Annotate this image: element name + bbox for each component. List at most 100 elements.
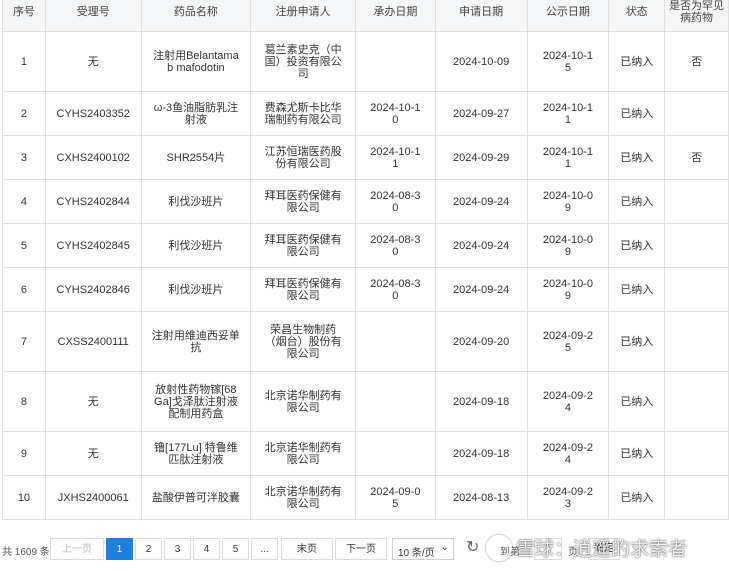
page-3-button[interactable]: 3 <box>164 538 191 560</box>
cell-drug-name: 利伐沙班片 <box>140 179 252 224</box>
cell-rare-disease <box>664 371 729 432</box>
cell-no: 1 <box>2 31 46 92</box>
table-row: 2 CYHS2403352 ω-3鱼油脂肪乳注射液 费森尤斯卡比华瑞制药有限公司 202… <box>2 91 729 136</box>
table-row: 7 CXSS2400111 注射用维迪西妥单抗 荣昌生物制药（烟台）股份有限公司 202… <box>2 311 729 372</box>
col-header-drug-name: 药品名称 <box>140 0 252 32</box>
cell-apply-date: 2024-08-13 <box>434 475 528 520</box>
cell-applicant: 拜耳医药保健有限公司 <box>250 223 356 268</box>
table-row: 6 CYHS2402846 利伐沙班片 拜耳医药保健有限公司 2024-08-30 202… <box>2 267 729 312</box>
page-size-select[interactable]: 10 条/页 ⌄ <box>392 538 454 560</box>
cell-status: 已纳入 <box>608 135 666 180</box>
cell-drug-name: 注射用Belantamab mafodotin <box>140 31 252 92</box>
prev-page-button[interactable]: 上一页 <box>50 538 104 560</box>
cell-rare-disease <box>664 179 729 224</box>
page-4-button[interactable]: 4 <box>193 538 220 560</box>
cell-accept-no: 无 <box>44 371 142 432</box>
refresh-icon[interactable]: ↻ <box>466 537 479 557</box>
cell-applicant: 葛兰素史克（中国）投资有限公司 <box>250 31 356 92</box>
cell-status: 已纳入 <box>608 179 666 224</box>
cell-apply-date: 2024-09-24 <box>434 267 528 312</box>
cell-applicant: 费森尤斯卡比华瑞制药有限公司 <box>250 91 356 136</box>
cell-no: 2 <box>2 91 46 136</box>
cell-rare-disease: 否 <box>664 31 729 92</box>
cell-applicant: 北京诺华制药有限公司 <box>250 431 356 476</box>
cell-no: 3 <box>2 135 46 180</box>
cell-undertake-date <box>354 31 436 92</box>
cell-undertake-date: 2024-08-30 <box>354 267 436 312</box>
watermark-text: 雪球：逍遥的求索者 <box>516 539 688 560</box>
snowball-logo-icon <box>486 534 512 561</box>
cell-no: 5 <box>2 223 46 268</box>
page-5-button[interactable]: 5 <box>222 538 249 560</box>
col-header-rare-disease: 是否为罕见病药物 <box>664 0 729 32</box>
cell-applicant: 北京诺华制药有限公司 <box>250 371 356 432</box>
cell-publicity-date: 2024-10-09 <box>526 179 610 224</box>
cell-drug-name: ω-3鱼油脂肪乳注射液 <box>140 91 252 136</box>
cell-apply-date: 2024-09-27 <box>434 91 528 136</box>
cell-publicity-date: 2024-10-11 <box>526 135 610 180</box>
cell-drug-name: 利伐沙班片 <box>140 223 252 268</box>
cell-accept-no: CYHS2402844 <box>44 179 142 224</box>
cell-undertake-date: 2024-09-05 <box>354 475 436 520</box>
cell-applicant: 北京诺华制药有限公司 <box>250 475 356 520</box>
cell-undertake-date: 2024-10-11 <box>354 135 436 180</box>
cell-accept-no: CYHS2403352 <box>44 91 142 136</box>
more-pages-button[interactable]: ... <box>251 538 278 560</box>
cell-drug-name: 利伐沙班片 <box>140 267 252 312</box>
table-row: 1 无注射用Belantamab mafodotin 葛兰素史克（中国）投资有限公司… <box>2 31 729 92</box>
cell-accept-no: JXHS2400061 <box>44 475 142 520</box>
results-table: 序号 受理号 药品名称 注册申请人 承办日期 申请日期 公示日期 状态 是否为罕… <box>2 0 729 520</box>
cell-drug-name: 盐酸伊普可泮胶囊 <box>140 475 252 520</box>
cell-no: 7 <box>2 311 46 372</box>
col-header-status: 状态 <box>608 0 666 32</box>
col-header-accept-no: 受理号 <box>44 0 142 32</box>
cell-rare-disease <box>664 223 729 268</box>
cell-status: 已纳入 <box>608 475 666 520</box>
cell-publicity-date: 2024-10-11 <box>526 91 610 136</box>
cell-no: 10 <box>2 475 46 520</box>
cell-status: 已纳入 <box>608 267 666 312</box>
table-row: 5 CYHS2402845 利伐沙班片 拜耳医药保健有限公司 2024-08-30 202… <box>2 223 729 268</box>
table-row: 9 无镥[177Lu] 特鲁维匹肽注射液 北京诺华制药有限公司 2024-09-18 2… <box>2 431 729 476</box>
cell-accept-no: 无 <box>44 431 142 476</box>
cell-drug-name: 镥[177Lu] 特鲁维匹肽注射液 <box>140 431 252 476</box>
cell-rare-disease <box>664 311 729 372</box>
cell-status: 已纳入 <box>608 371 666 432</box>
cell-rare-disease <box>664 475 729 520</box>
cell-rare-disease <box>664 267 729 312</box>
cell-accept-no: CYHS2402845 <box>44 223 142 268</box>
cell-no: 4 <box>2 179 46 224</box>
cell-undertake-date: 2024-08-30 <box>354 223 436 268</box>
cell-apply-date: 2024-09-24 <box>434 179 528 224</box>
cell-publicity-date: 2024-09-24 <box>526 431 610 476</box>
page-1-button[interactable]: 1 <box>106 538 133 560</box>
table-row: 3 CXHS2400102 SHR2554片 江苏恒瑞医药股份有限公司 2024-10-… <box>2 135 729 180</box>
last-page-button[interactable]: 末页 <box>281 538 333 560</box>
cell-rare-disease: 否 <box>664 135 729 180</box>
col-header-applicant: 注册申请人 <box>250 0 356 32</box>
cell-apply-date: 2024-09-29 <box>434 135 528 180</box>
cell-accept-no: CXHS2400102 <box>44 135 142 180</box>
cell-publicity-date: 2024-10-09 <box>526 267 610 312</box>
cell-undertake-date <box>354 311 436 372</box>
cell-publicity-date: 2024-09-24 <box>526 371 610 432</box>
col-header-undertake-date: 承办日期 <box>354 0 436 32</box>
cell-apply-date: 2024-09-18 <box>434 371 528 432</box>
total-count: 共 1609 条 <box>2 547 50 558</box>
table-row: 10 JXHS2400061 盐酸伊普可泮胶囊 北京诺华制药有限公司 2024-09-0… <box>2 475 729 520</box>
cell-drug-name: 注射用维迪西妥单抗 <box>140 311 252 372</box>
col-header-no: 序号 <box>2 0 46 32</box>
cell-accept-no: CYHS2402846 <box>44 267 142 312</box>
table-row: 8 无放射性药物镓[68Ga]戈泽肽注射液配制用药盒 北京诺华制药有限公司 2024-… <box>2 371 729 432</box>
cell-drug-name: SHR2554片 <box>140 135 252 180</box>
cell-rare-disease <box>664 91 729 136</box>
cell-apply-date: 2024-09-24 <box>434 223 528 268</box>
col-header-apply-date: 申请日期 <box>434 0 528 32</box>
cell-undertake-date <box>354 431 436 476</box>
next-page-button[interactable]: 下一页 <box>335 538 387 560</box>
cell-publicity-date: 2024-09-25 <box>526 311 610 372</box>
cell-publicity-date: 2024-10-15 <box>526 31 610 92</box>
cell-applicant: 荣昌生物制药（烟台）股份有限公司 <box>250 311 356 372</box>
cell-accept-no: CXSS2400111 <box>44 311 142 372</box>
page-2-button[interactable]: 2 <box>135 538 162 560</box>
